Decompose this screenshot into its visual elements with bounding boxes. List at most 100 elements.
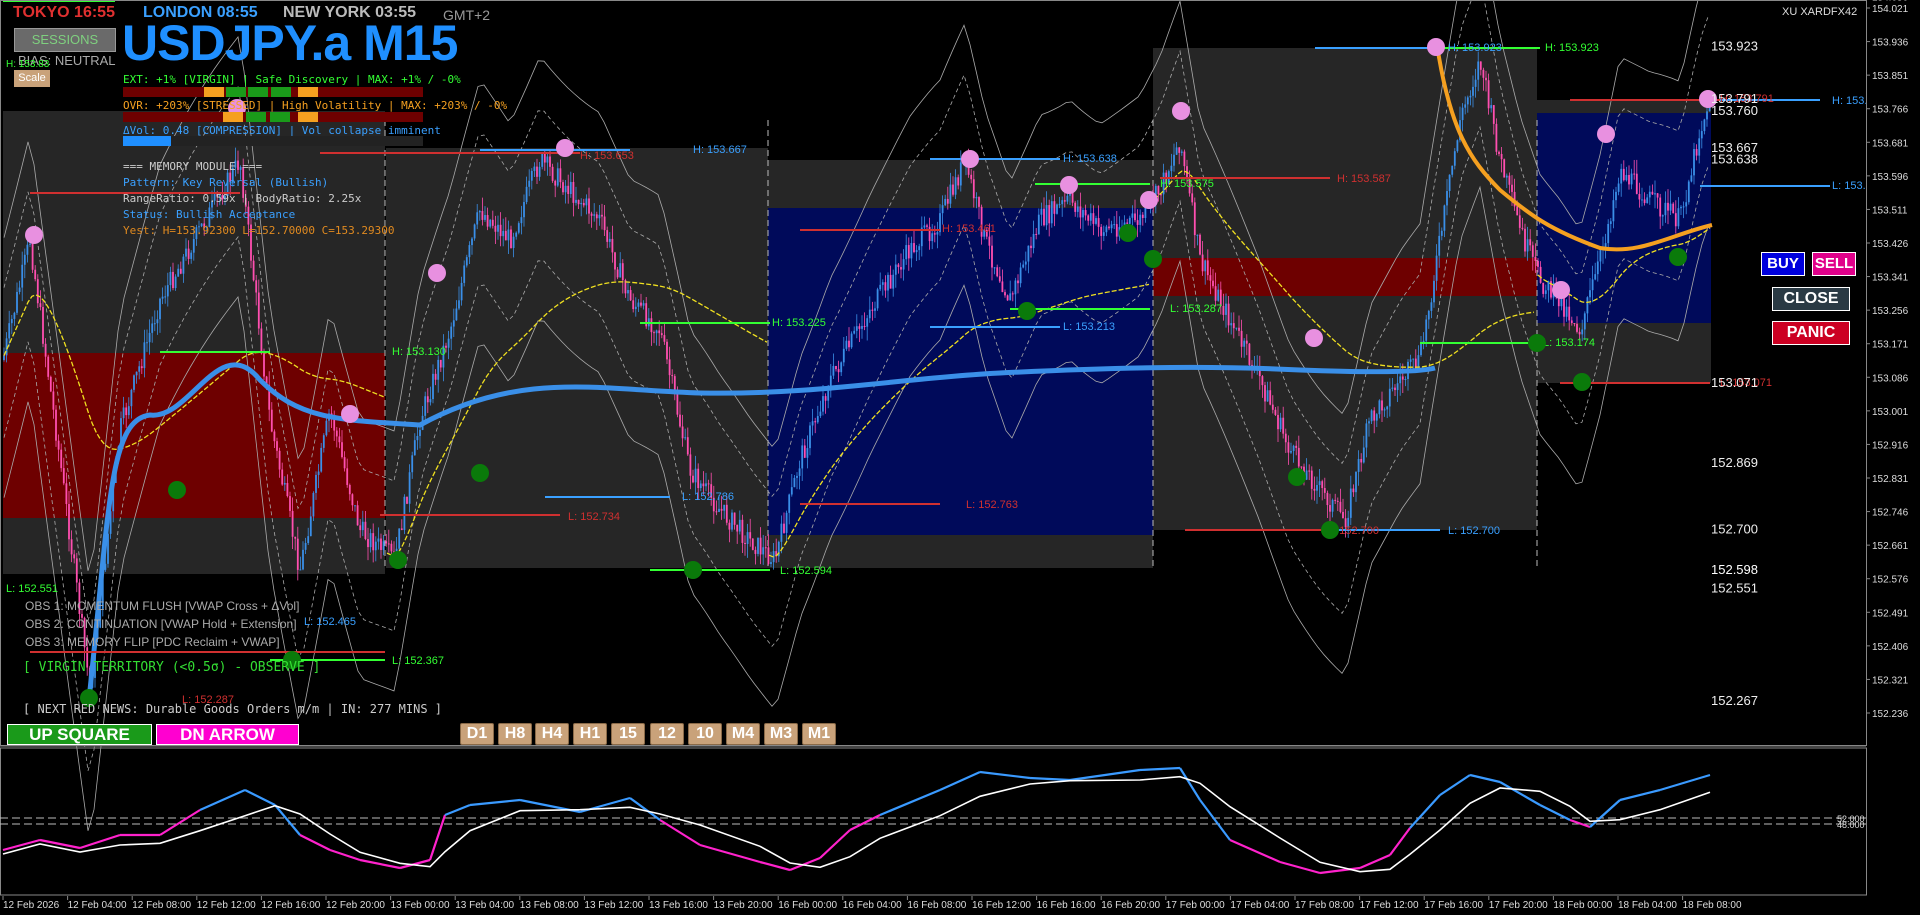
candle-body (1329, 505, 1331, 512)
timeframe-button-d1[interactable]: D1 (460, 723, 494, 745)
candle-body (1030, 245, 1032, 249)
candle-body (367, 539, 369, 548)
candle-body (1677, 208, 1680, 227)
level-label-12: H: 153.575 (1160, 178, 1214, 190)
timeframe-button-h1[interactable]: H1 (573, 723, 607, 745)
candle-body (533, 166, 536, 171)
oscillator-segment (879, 788, 941, 817)
candle-body (1544, 290, 1547, 294)
candle-body (471, 238, 473, 246)
oscillator-segment (849, 814, 881, 831)
candle-body (868, 309, 871, 319)
price-axis-label: 153.086 (1872, 373, 1909, 384)
candle-body (1043, 208, 1045, 226)
panic-button[interactable]: PANIC (1772, 321, 1850, 345)
high-tag: H: 153.83 (6, 59, 50, 70)
candle-body (658, 330, 661, 334)
candle-body (931, 233, 934, 242)
candle-body (1248, 343, 1251, 365)
timeframe-button-m1[interactable]: M1 (802, 723, 836, 745)
candle-body (998, 276, 1001, 282)
candle-body (881, 282, 884, 285)
candle-body (1537, 260, 1539, 267)
dn-arrow-button[interactable]: DN ARROW (156, 724, 299, 745)
candle-body (491, 219, 494, 226)
sessions-button[interactable]: SESSIONS (14, 28, 116, 52)
candle-body (1225, 303, 1227, 315)
candle-body (291, 510, 294, 537)
candle-body (1284, 433, 1287, 443)
sell-button[interactable]: SELL (1812, 252, 1856, 276)
timeframe-button-h4[interactable]: H4 (535, 723, 569, 745)
candle-body (1472, 86, 1474, 96)
candle-body (1321, 481, 1324, 489)
pivot-high-marker (556, 139, 574, 157)
candle-body (1700, 131, 1703, 139)
price-tag: 152.551 (1711, 581, 1758, 596)
candle-body (153, 323, 156, 325)
ovr-meter-segment (223, 112, 243, 122)
price-axis-label: 153.851 (1872, 71, 1909, 82)
price-axis-label: 152.916 (1872, 440, 1909, 451)
candle-body (127, 406, 130, 416)
candle-body (322, 435, 325, 448)
candle-body (1264, 385, 1266, 402)
candle-body (697, 468, 700, 489)
candle-body (351, 494, 354, 506)
timeframe-button-12[interactable]: 12 (650, 723, 684, 745)
timeframe-button-15[interactable]: 15 (611, 723, 645, 745)
scale-button[interactable]: Scale (14, 70, 50, 87)
time-axis-label: 12 Feb 12:00 (197, 900, 256, 911)
oscillator-segment (1659, 773, 1711, 792)
obs-3: OBS 3: MEMORY FLIP [PDC Reclaim + VWAP] (25, 635, 280, 649)
candle-body (848, 340, 850, 348)
oscillator-segment (1359, 853, 1391, 870)
candle-body (177, 268, 180, 277)
candle-body (359, 525, 362, 531)
candle-body (346, 468, 349, 485)
candle-body (1115, 224, 1118, 237)
buy-button[interactable]: BUY (1761, 252, 1805, 276)
candle-body (923, 225, 926, 228)
candle-body (1511, 184, 1513, 192)
candle-body (1092, 213, 1095, 224)
timeframe-button-m4[interactable]: M4 (726, 723, 760, 745)
candle-body (551, 166, 554, 181)
time-axis-label: 16 Feb 20:00 (1101, 900, 1160, 911)
candle-body (1622, 168, 1625, 181)
time-axis-label: 13 Feb 00:00 (391, 900, 450, 911)
candle-body (764, 547, 767, 549)
candle-body (608, 238, 611, 242)
candle-body (1383, 409, 1386, 411)
candle-body (190, 252, 193, 259)
pivot-low-marker (389, 551, 407, 569)
price-axis-label: 152.746 (1872, 508, 1909, 519)
up-square-button[interactable]: UP SQUARE (7, 724, 152, 745)
candle-body (75, 558, 78, 583)
candle-body (1479, 61, 1482, 70)
price-axis-label: 153.766 (1872, 105, 1909, 116)
candle-body (398, 528, 401, 549)
timeframe-button-10[interactable]: 10 (688, 723, 722, 745)
candle-body (1487, 80, 1490, 109)
timeframe-button-h8[interactable]: H8 (498, 723, 532, 745)
candle-body (824, 396, 827, 401)
time-axis-label: 12 Feb 08:00 (132, 900, 191, 911)
candle-body (866, 318, 869, 327)
price-tag: 152.267 (1711, 693, 1758, 708)
candle-body (499, 224, 502, 237)
candle-body (1391, 387, 1394, 389)
close-button[interactable]: CLOSE (1772, 287, 1850, 311)
candle-body (1518, 215, 1521, 228)
candle-body (1310, 470, 1313, 489)
candle-body (179, 268, 182, 274)
oscillator-segment (329, 848, 361, 862)
candle-body (1279, 417, 1282, 430)
level-label-4: H: 153.653 (580, 150, 634, 162)
candle-body (1508, 175, 1511, 185)
candle-body (746, 532, 749, 544)
price-axis-label: 152.406 (1872, 642, 1909, 653)
level-label-5: H: 153.667 (693, 144, 747, 156)
timeframe-button-m3[interactable]: M3 (764, 723, 798, 745)
candle-body (556, 168, 559, 186)
